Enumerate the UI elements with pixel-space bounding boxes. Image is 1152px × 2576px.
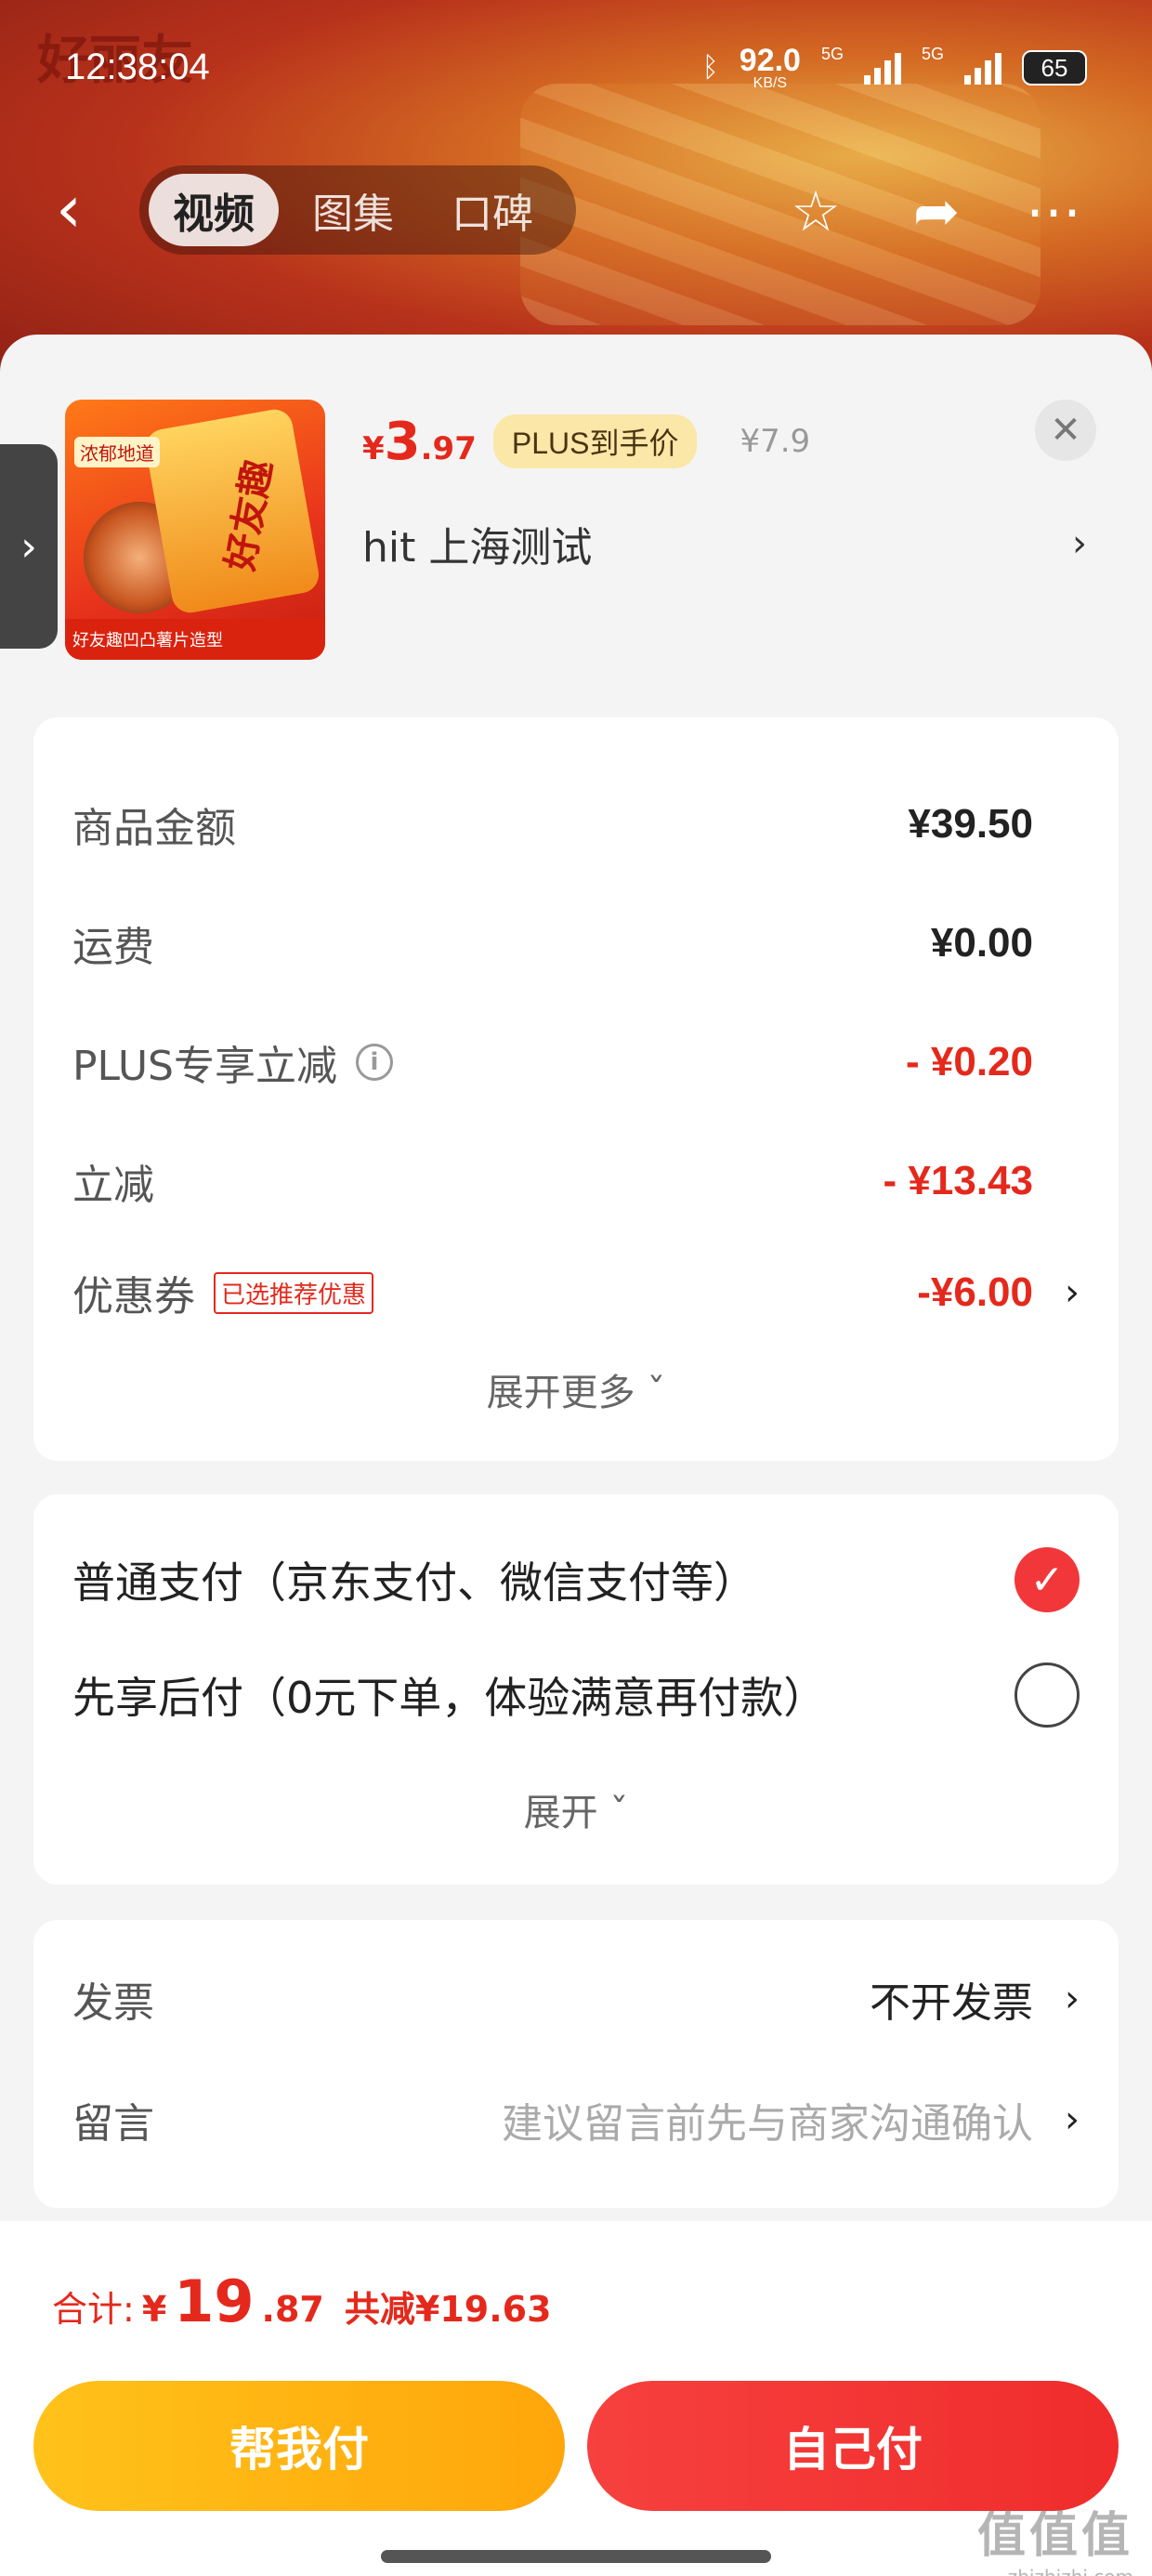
final-price: ¥ 3 .97 xyxy=(362,412,477,472)
expand-more-button[interactable]: 展开更多 ˇ xyxy=(33,1362,1119,1416)
invoice-label: 发票 xyxy=(72,1979,154,2027)
close-button[interactable]: ✕ xyxy=(1035,400,1096,461)
close-icon: ✕ xyxy=(1050,409,1081,452)
summary-label: 商品金额 xyxy=(72,805,236,852)
price-decimal: .97 xyxy=(420,429,477,467)
status-icons: ᛒ 92.0 KB/S 5G 5G 65 xyxy=(702,45,1087,91)
price-summary-card: 商品金额 ¥39.50 运费 ¥0.00 PLUS专享立减 i - ¥0.20 … xyxy=(33,717,1119,1461)
invoice-row[interactable]: 发票 不开发票 › xyxy=(72,1966,1080,2031)
note-label: 留言 xyxy=(72,2100,154,2148)
radio-checked-icon[interactable]: ✓ xyxy=(1015,1547,1080,1612)
product-image[interactable]: 好友趣 浓郁地道 好友趣凹凸薯片造型 xyxy=(65,400,325,660)
payment-option-normal[interactable]: 普通支付（京东支付、微信支付等） ✓ xyxy=(72,1543,1080,1617)
watermark-url: zhizhizhi.com xyxy=(977,2566,1133,2576)
status-bar: 12:38:04 ᛒ 92.0 KB/S 5G 5G 65 xyxy=(0,37,1152,102)
coupon-tag: 已选推荐优惠 xyxy=(214,1271,374,1314)
summary-value: ¥0.00 xyxy=(930,920,1033,966)
payment-option-label: 普通支付（京东支付、微信支付等） xyxy=(72,1557,756,1608)
payment-option-label: 先享后付（0元下单，体验满意再付款） xyxy=(72,1673,827,1723)
note-placeholder[interactable]: 建议留言前先与商家沟通确认 xyxy=(502,2090,1033,2149)
payment-method-card: 普通支付（京东支付、微信支付等） ✓ 先享后付（0元下单，体验满意再付款） 展开… xyxy=(33,1494,1119,1885)
tab-gallery[interactable]: 图集 xyxy=(288,174,418,246)
invoice-value: 不开发票 xyxy=(870,1980,1033,2026)
summary-label-wrap: 优惠券 已选推荐优惠 xyxy=(72,1263,374,1322)
payment-option-later[interactable]: 先享后付（0元下单，体验满意再付款） xyxy=(72,1658,1080,1732)
chevron-right-icon: › xyxy=(20,522,37,571)
summary-row-coupon[interactable]: 优惠券 已选推荐优惠 -¥6.00 › xyxy=(72,1260,1080,1325)
info-icon[interactable]: i xyxy=(356,1044,393,1081)
total-price: 合计: ¥ 19 .87 共减¥19.63 xyxy=(52,2267,552,2335)
price-row: ¥ 3 .97 PLUS到手价 ¥7.9 xyxy=(362,409,810,474)
shop-row[interactable]: hit 上海测试 › xyxy=(362,511,1087,576)
summary-value: -¥6.00 xyxy=(917,1269,1033,1315)
signal-label-2: 5G xyxy=(921,45,944,63)
radio-unchecked-icon[interactable] xyxy=(1015,1663,1080,1728)
total-label: 合计: xyxy=(52,2289,135,2330)
summary-row-shipping: 运费 ¥0.00 xyxy=(72,911,1080,976)
bluetooth-icon: ᛒ xyxy=(701,52,719,83)
side-expand-tab[interactable]: › xyxy=(0,444,58,649)
summary-label-wrap: PLUS专享立减 i xyxy=(72,1032,393,1092)
chevron-right-icon: › xyxy=(1065,2098,1080,2141)
total-symbol: ¥ xyxy=(141,2289,167,2330)
signal-icon-2 xyxy=(964,51,1001,85)
nav-bar: ‹ 视频 图集 口碑 ☆ ➦ ⋯ xyxy=(0,158,1152,260)
total-saved: 共减¥19.63 xyxy=(344,2289,552,2330)
plus-price-tag: PLUS到手价 xyxy=(492,414,698,468)
total-integer: 19 xyxy=(174,2267,255,2335)
note-row[interactable]: 留言 建议留言前先与商家沟通确认 › xyxy=(72,2087,1080,2152)
signal-label-1: 5G xyxy=(820,45,844,63)
status-time: 12:38:04 xyxy=(65,46,210,87)
watermark: 值值值 zhizhizhi.com xyxy=(977,2496,1133,2576)
summary-label: 优惠券 xyxy=(72,1273,195,1321)
star-icon[interactable]: ☆ xyxy=(782,178,849,245)
summary-row-plus-discount: PLUS专享立减 i - ¥0.20 xyxy=(72,1030,1080,1095)
product-image-caption: 好友趣凹凸薯片造型 xyxy=(65,619,325,660)
nav-tabs: 视频 图集 口碑 xyxy=(139,165,576,255)
checkout-bottom-bar: 合计: ¥ 19 .87 共减¥19.63 帮我付 自己付 值值值 zhizhi… xyxy=(0,2221,1152,2576)
tab-video[interactable]: 视频 xyxy=(149,174,279,246)
back-arrow-icon[interactable]: ‹ xyxy=(56,177,111,242)
original-price: ¥7.9 xyxy=(740,423,811,460)
summary-row-discount: 立减 - ¥13.43 xyxy=(72,1149,1080,1214)
tab-reviews[interactable]: 口碑 xyxy=(427,174,557,246)
network-speed-unit: KB/S xyxy=(753,75,788,91)
price-symbol: ¥ xyxy=(362,429,385,467)
watermark-logo: 值值值 xyxy=(976,2508,1133,2564)
price-integer: 3 xyxy=(384,411,421,472)
more-icon[interactable]: ⋯ xyxy=(1020,178,1087,245)
extra-info-card: 发票 不开发票 › 留言 建议留言前先与商家沟通确认 › xyxy=(33,1920,1119,2208)
summary-row-goods: 商品金额 ¥39.50 xyxy=(72,792,1080,857)
summary-label: PLUS专享立减 xyxy=(72,1043,337,1090)
summary-label: 运费 xyxy=(72,924,154,971)
help-me-pay-button[interactable]: 帮我付 xyxy=(33,2381,565,2511)
product-image-badge: 浓郁地道 xyxy=(74,437,160,467)
summary-value: ¥39.50 xyxy=(908,801,1033,847)
battery-icon: 65 xyxy=(1022,50,1087,85)
share-icon[interactable]: ➦ xyxy=(903,178,970,245)
shop-name: hit 上海测试 xyxy=(362,524,593,572)
summary-label: 立减 xyxy=(72,1162,154,1209)
chevron-right-icon: › xyxy=(1065,1978,1080,2020)
expand-payment-button[interactable]: 展开 ˇ xyxy=(33,1782,1119,1836)
signal-icon-1 xyxy=(863,51,901,85)
summary-value: - ¥0.20 xyxy=(906,1039,1033,1084)
pay-myself-button[interactable]: 自己付 xyxy=(587,2381,1119,2511)
summary-value: - ¥13.43 xyxy=(883,1158,1033,1203)
product-header: 好友趣 浓郁地道 好友趣凹凸薯片造型 ¥ 3 .97 PLUS到手价 ¥7.9 … xyxy=(65,400,1096,660)
total-decimal: .87 xyxy=(261,2289,324,2330)
home-indicator[interactable] xyxy=(381,2550,771,2563)
chevron-right-icon: › xyxy=(1065,1271,1080,1314)
network-speed: 92.0 KB/S xyxy=(740,45,801,91)
chevron-right-icon: › xyxy=(1072,522,1087,565)
network-speed-value: 92.0 xyxy=(739,43,801,78)
